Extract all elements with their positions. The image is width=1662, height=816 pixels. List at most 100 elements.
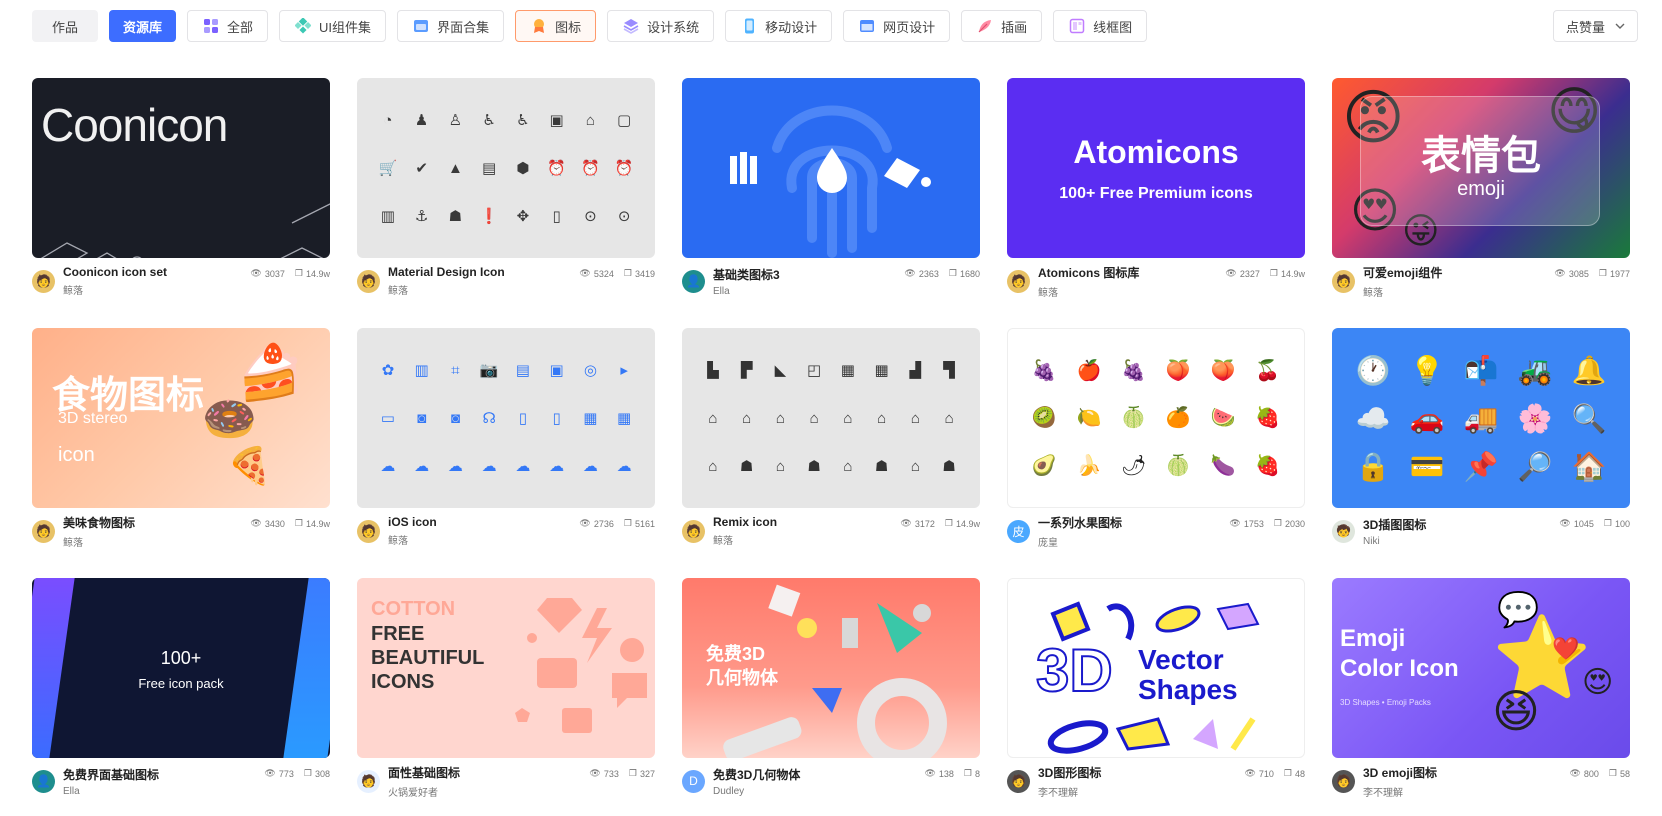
card-thumbnail[interactable] [682, 78, 980, 258]
card-thumbnail[interactable]: ◔ ♟ ♙ ♿ ♿ ▣ ⌂ ▢ 🛒 ✔ ▲ ▤ ⬢ ⏰ ⏰ ⏰ ▥ ⚓ ☗ ❗ ✥ ▯ ⊙ ⊙ [357, 78, 655, 258]
resource-card[interactable]: 3D Vector Shapes 🧑 3D图形图标 李不理解 👁 710 ❐ 48 [1007, 578, 1305, 809]
card-thumbnail[interactable]: ▙ ▛ ◣ ◰ ▦ ▦ ▟ ▜ ⌂ ⌂ ⌂ ⌂ ⌂ ⌂ ⌂ ⌂ ⌂ ☗ ⌂ ☗ ⌂ ☗ ⌂ ☗ [682, 328, 980, 508]
card-title[interactable]: Atomicons 图标库 [1038, 264, 1225, 281]
avatar[interactable]: 🧑 [357, 269, 380, 293]
card-author[interactable]: 鲸落 [388, 282, 579, 297]
card-author[interactable]: 李不理解 [1363, 784, 1569, 799]
card-author[interactable]: 鲸落 [713, 532, 900, 547]
tag-screens[interactable]: 界面合集 [397, 10, 505, 42]
avatar[interactable]: 🧑 [1332, 269, 1355, 293]
card-thumbnail[interactable]: 😡 😋 😍 😜 表情包 emoji [1332, 78, 1630, 258]
card-title[interactable]: 免费3D几何物体 [713, 766, 924, 783]
tag-wireframe[interactable]: 线框图 [1053, 10, 1148, 42]
filter-bar: 作品 资源库 全部 UI组件集 界面合集 图标 设计系统 移动设计 网页设计 插… [32, 10, 1148, 42]
tag-design-system[interactable]: 设计系统 [607, 10, 715, 42]
card-thumbnail[interactable]: 🕐 💡 📬 🚜 🔔 ☁️ 🚗 🚚 🌸 🔍 🔒 💳 📌 🔎 🏠 [1332, 328, 1630, 508]
avatar[interactable]: 皮 [1007, 519, 1030, 543]
resource-card[interactable]: ▙ ▛ ◣ ◰ ▦ ▦ ▟ ▜ ⌂ ⌂ ⌂ ⌂ ⌂ ⌂ ⌂ ⌂ ⌂ ☗ ⌂ ☗ ⌂ ☗ ⌂ ☗ 🧑 Remix icon 鲸… [682, 328, 980, 559]
thumb-title: 100+ [160, 648, 202, 668]
card-author[interactable]: 李不理解 [1038, 784, 1244, 799]
card-thumbnail[interactable]: Emoji Color Icon 3D Shapes • Emoji Packs… [1332, 578, 1630, 758]
card-thumbnail[interactable]: Coonicon [32, 78, 330, 258]
avatar[interactable]: 🧑 [1007, 269, 1030, 293]
resource-card[interactable]: 👤 基础类图标3 Ella 👁 2363 ❐ 1680 [682, 78, 980, 309]
tag-web[interactable]: 网页设计 [843, 10, 951, 42]
resource-card[interactable]: 免费3D 几何物体 D 免费3D几何物体 Dudley 👁 138 ❐ 8 [682, 578, 980, 809]
card-author[interactable]: 鲸落 [1363, 284, 1554, 299]
card-author[interactable]: Dudley [713, 786, 924, 797]
card-thumbnail[interactable]: Atomicons 100+ Free Premium icons [1007, 78, 1305, 258]
resource-card[interactable]: ◔ ♟ ♙ ♿ ♿ ▣ ⌂ ▢ 🛒 ✔ ▲ ▤ ⬢ ⏰ ⏰ ⏰ ▥ ⚓ ☗ ❗ ✥ ▯ ⊙ ⊙ 🧑 Material De… [357, 78, 655, 309]
tag-icons[interactable]: 图标 [515, 10, 597, 42]
avatar[interactable]: 🧑 [682, 519, 705, 543]
avatar[interactable]: 👤 [682, 269, 705, 293]
works-tab[interactable]: 作品 [32, 10, 99, 42]
avatar[interactable]: 🧑 [357, 519, 380, 543]
avatar[interactable]: 🧑 [1332, 769, 1355, 793]
resource-card[interactable]: COTTON FREE BEAUTIFUL ICONS 🧑 面性基础图标 火锅爱好… [357, 578, 655, 809]
card-title[interactable]: Material Design Icon [388, 265, 579, 279]
card-title[interactable]: 面性基础图标 [388, 764, 589, 781]
pizza-icon: 🍕 [227, 445, 272, 486]
card-author[interactable]: 火锅爱好者 [388, 784, 589, 799]
card-thumbnail[interactable]: 食物图标 3D stereo icon 🍰 🍩 🍕 [32, 328, 330, 508]
card-thumbnail[interactable]: COTTON FREE BEAUTIFUL ICONS [357, 578, 655, 758]
resource-card[interactable]: ✿ ▥ ⌗ 📷 ▤ ▣ ◎ ▸ ▭ ◙ ◙ ☊ ▯ ▯ ▦ ▦ ☁ ☁ ☁ ☁ ☁ ☁ ☁ ☁ 🧑 iOS icon 鲸落 … [357, 328, 655, 559]
card-author[interactable]: 鲸落 [388, 532, 579, 547]
resource-card[interactable]: 🕐 💡 📬 🚜 🔔 ☁️ 🚗 🚚 🌸 🔍 🔒 💳 📌 🔎 🏠 🧒 3D插图图标 Niki 👁 1045 ❐ 10… [1332, 328, 1630, 559]
card-title[interactable]: Remix icon [713, 515, 900, 529]
eye-icon: 👁 [250, 268, 262, 278]
card-title[interactable]: 美味食物图标 [63, 514, 250, 531]
card-title[interactable]: 可爱emoji组件 [1363, 264, 1554, 281]
resource-card[interactable]: 100+ Free icon pack 👤 免费界面基础图标 Ella 👁 773 ❐… [32, 578, 330, 809]
card-thumbnail[interactable]: ✿ ▥ ⌗ 📷 ▤ ▣ ◎ ▸ ▭ ◙ ◙ ☊ ▯ ▯ ▦ ▦ ☁ ☁ ☁ ☁ ☁ ☁ ☁ ☁ [357, 328, 655, 508]
resource-card[interactable]: Atomicons 100+ Free Premium icons 🧑 Atom… [1007, 78, 1305, 309]
card-thumbnail[interactable]: 🍇 🍎 🍇 🍑 🍑 🍒 🥝 🍋 🍈 🍊 🍉 🍓 🥑 🍌 🌶 🍈 🍆 🍓 [1007, 328, 1305, 508]
card-title[interactable]: iOS icon [388, 515, 579, 529]
tag-ui-components[interactable]: UI组件集 [279, 10, 387, 42]
library-tab[interactable]: 资源库 [109, 10, 177, 42]
likes-stat: ❐ 48 [1283, 768, 1305, 779]
card-author[interactable]: Niki [1363, 536, 1559, 547]
sort-select[interactable]: 点赞量 [1552, 10, 1638, 42]
resource-card[interactable]: 😡 😋 😍 😜 表情包 emoji 🧑 可爱emoji组件 鲸落 👁 3085 ❐ 19… [1332, 78, 1630, 309]
card-title[interactable]: 基础类图标3 [713, 266, 904, 283]
avatar[interactable]: 👤 [32, 769, 55, 793]
tag-mobile[interactable]: 移动设计 [725, 10, 833, 42]
card-thumbnail[interactable]: 3D Vector Shapes [1007, 578, 1305, 758]
eye-icon: 👁 [1559, 518, 1571, 528]
views-stat: 👁 773 [264, 768, 294, 779]
avatar[interactable]: 🧑 [32, 519, 55, 543]
avatar[interactable]: 🧑 [357, 769, 380, 793]
chat-bubble-icon: 💬 [1497, 591, 1540, 629]
copy-icon: ❐ [1269, 268, 1278, 278]
card-title[interactable]: 3D emoji图标 [1363, 764, 1569, 781]
thumb-title-block: Emoji Color Icon [1340, 624, 1459, 684]
tag-illustration[interactable]: 插画 [961, 10, 1043, 42]
avatar[interactable]: 🧑 [1007, 769, 1030, 793]
card-author[interactable]: 鲸落 [63, 282, 250, 297]
resource-card[interactable]: 🍇 🍎 🍇 🍑 🍑 🍒 🥝 🍋 🍈 🍊 🍉 🍓 🥑 🍌 🌶 🍈 🍆 🍓 皮 一系列水果图标 庞皇 👁 1753 ❐ 2… [1007, 328, 1305, 559]
card-title[interactable]: Coonicon icon set [63, 265, 250, 279]
card-author[interactable]: Ella [713, 286, 904, 297]
resource-card[interactable]: Coonicon 🧑 Coonicon icon set 鲸落 👁 3037 ❐ 14.… [32, 78, 330, 309]
card-title[interactable]: 3D插图图标 [1363, 516, 1559, 533]
resource-card[interactable]: Emoji Color Icon 3D Shapes • Emoji Packs… [1332, 578, 1630, 809]
card-thumbnail[interactable]: 100+ Free icon pack [32, 578, 330, 758]
tag-label: 网页设计 [883, 19, 936, 35]
avatar[interactable]: 🧑 [32, 269, 55, 293]
card-title[interactable]: 3D图形图标 [1038, 764, 1244, 781]
card-thumbnail[interactable]: 免费3D 几何物体 [682, 578, 980, 758]
card-author[interactable]: 鲸落 [63, 534, 250, 549]
likes-stat: ❐ 58 [1608, 768, 1630, 779]
tag-all[interactable]: 全部 [187, 10, 269, 42]
avatar[interactable]: 🧒 [1332, 519, 1355, 543]
card-author[interactable]: Ella [63, 786, 264, 797]
avatar[interactable]: D [682, 769, 705, 793]
resource-card[interactable]: 食物图标 3D stereo icon 🍰 🍩 🍕 🧑 美味食物图标 鲸落 👁 34… [32, 328, 330, 559]
card-author[interactable]: 鲸落 [1038, 284, 1225, 299]
card-author[interactable]: 庞皇 [1038, 534, 1229, 549]
card-title[interactable]: 免费界面基础图标 [63, 766, 264, 783]
card-title[interactable]: 一系列水果图标 [1038, 514, 1229, 531]
likes-stat: ❐ 327 [628, 768, 655, 779]
